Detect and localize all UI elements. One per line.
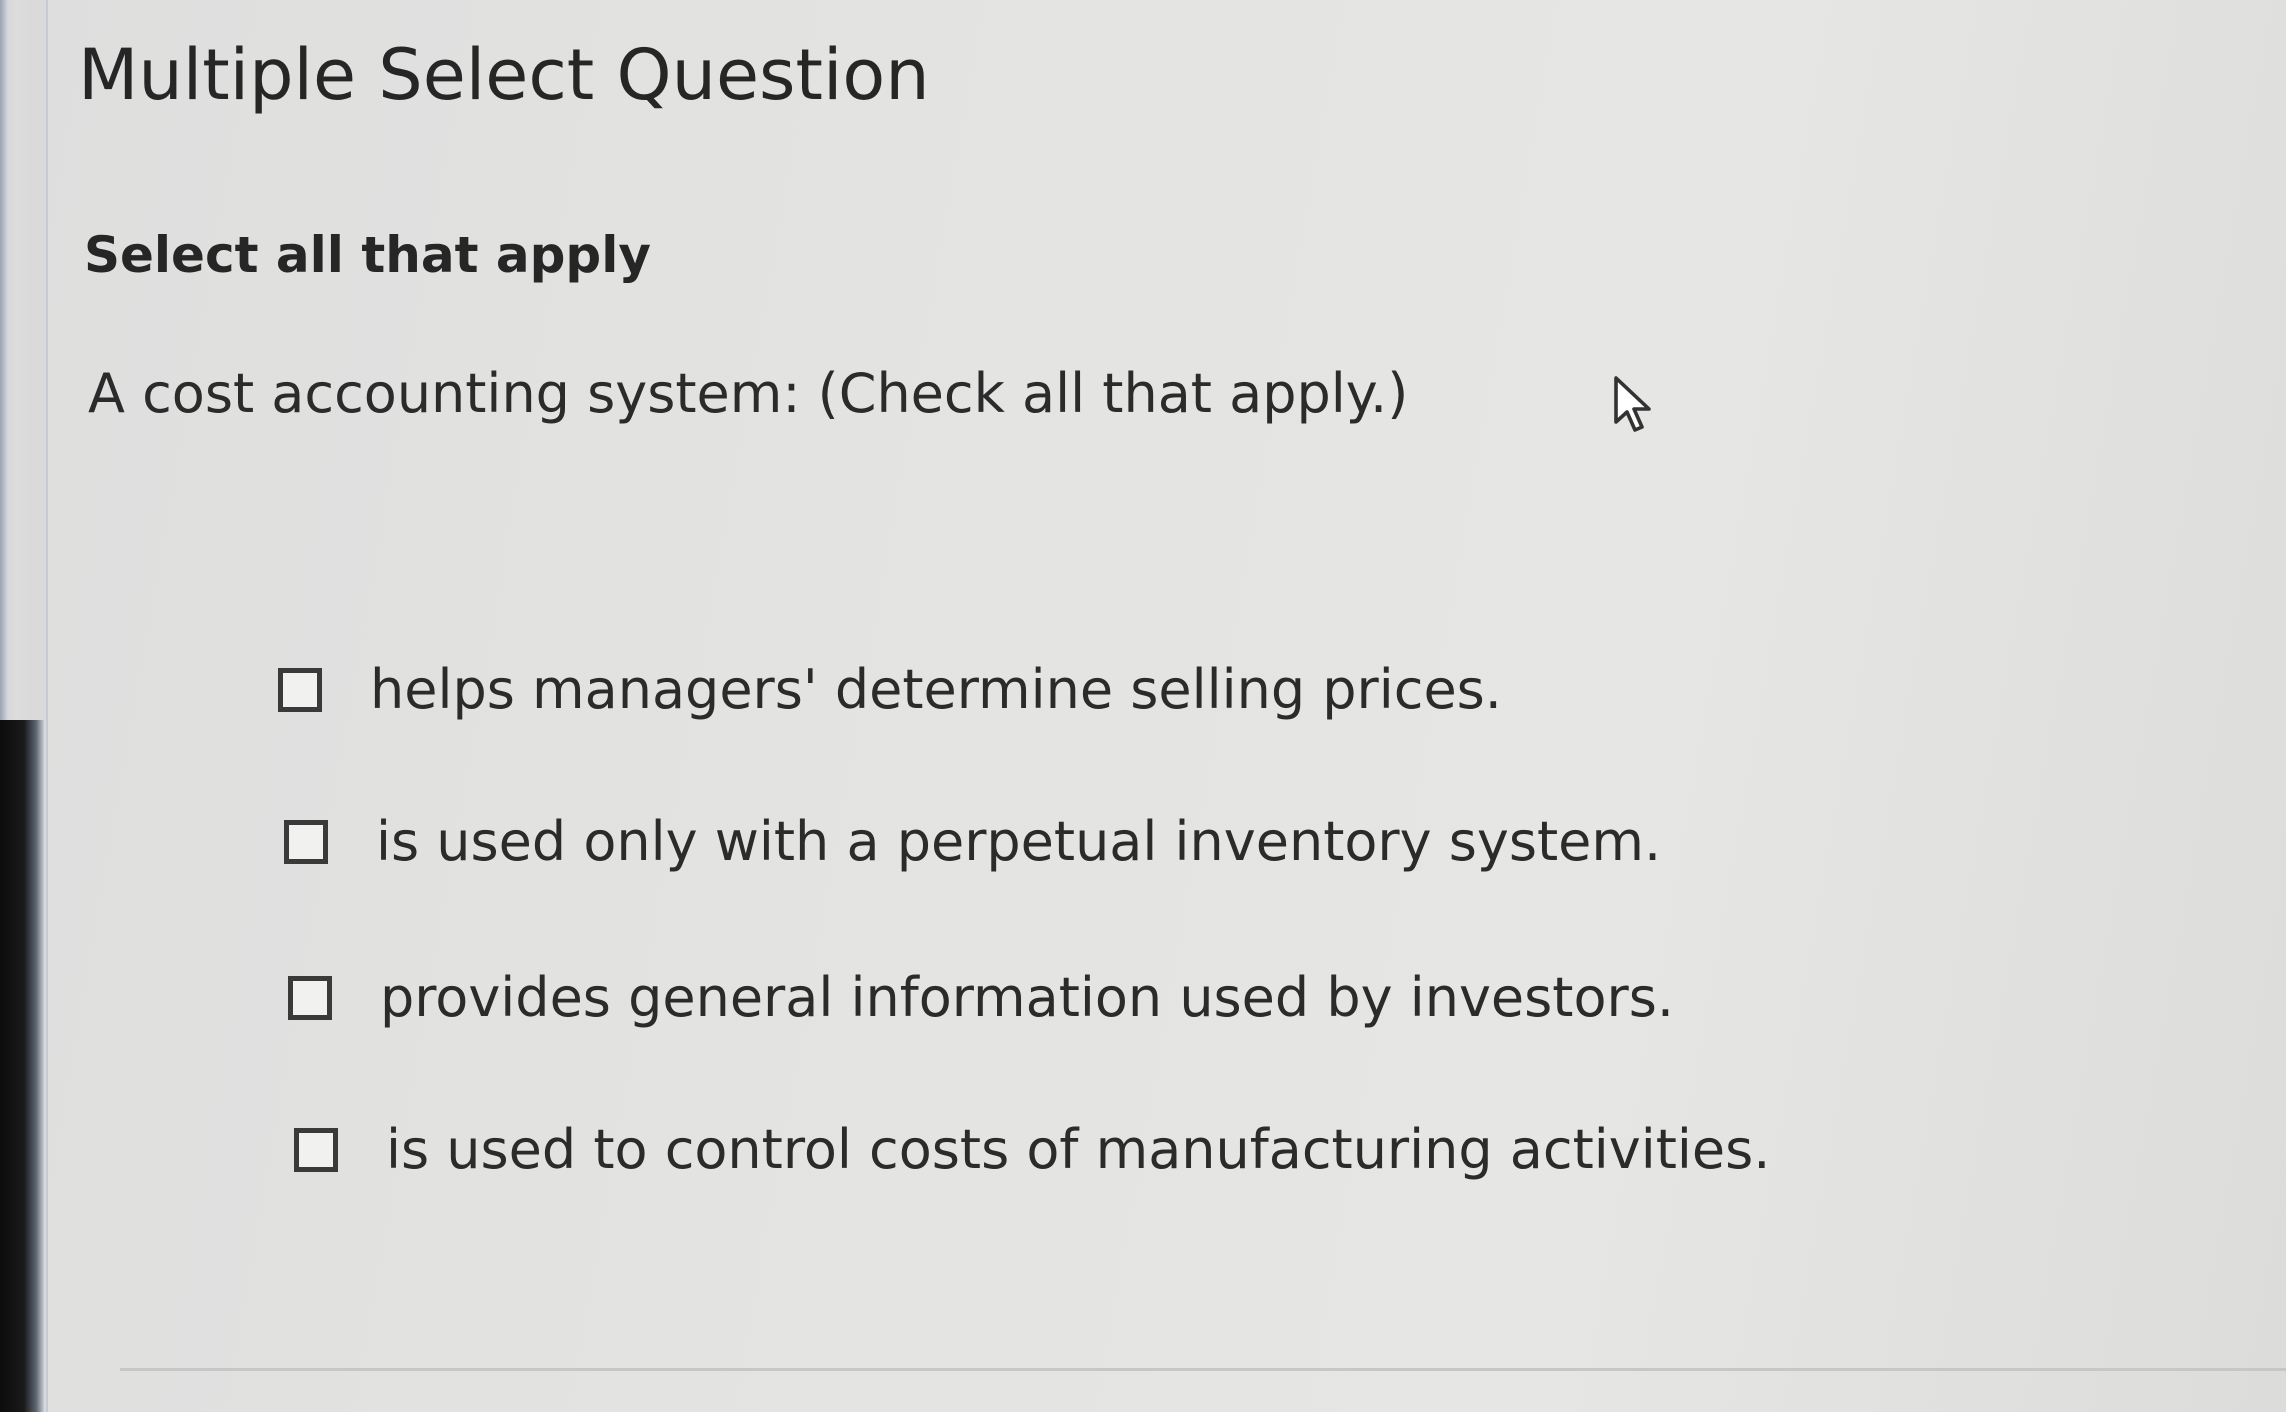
panel-divider [120, 1368, 2286, 1371]
question-prompt: A cost accounting system: (Check all tha… [88, 362, 1409, 425]
answer-option-3[interactable]: provides general information used by inv… [288, 966, 1674, 1029]
screen: Multiple Select Question Select all that… [0, 0, 2286, 1412]
checkbox-icon[interactable] [278, 667, 322, 712]
question-type-title: Multiple Select Question [78, 34, 930, 116]
answer-option-label[interactable]: is used only with a perpetual inventory … [376, 810, 1661, 873]
answer-option-1[interactable]: helps managers' determine selling prices… [278, 658, 1502, 721]
checkbox-icon[interactable] [288, 975, 332, 1020]
answer-option-label[interactable]: provides general information used by inv… [380, 966, 1674, 1029]
checkbox-icon[interactable] [294, 1127, 338, 1172]
instruction-text: Select all that apply [84, 226, 651, 284]
answer-option-4[interactable]: is used to control costs of manufacturin… [294, 1118, 1770, 1181]
checkbox-icon[interactable] [284, 819, 328, 864]
answer-option-label[interactable]: helps managers' determine selling prices… [370, 658, 1502, 721]
mouse-pointer-icon [1614, 376, 1651, 432]
answer-option-label[interactable]: is used to control costs of manufacturin… [386, 1118, 1770, 1181]
screen-bezel-shadow [0, 720, 44, 1412]
answer-option-2[interactable]: is used only with a perpetual inventory … [284, 810, 1661, 873]
